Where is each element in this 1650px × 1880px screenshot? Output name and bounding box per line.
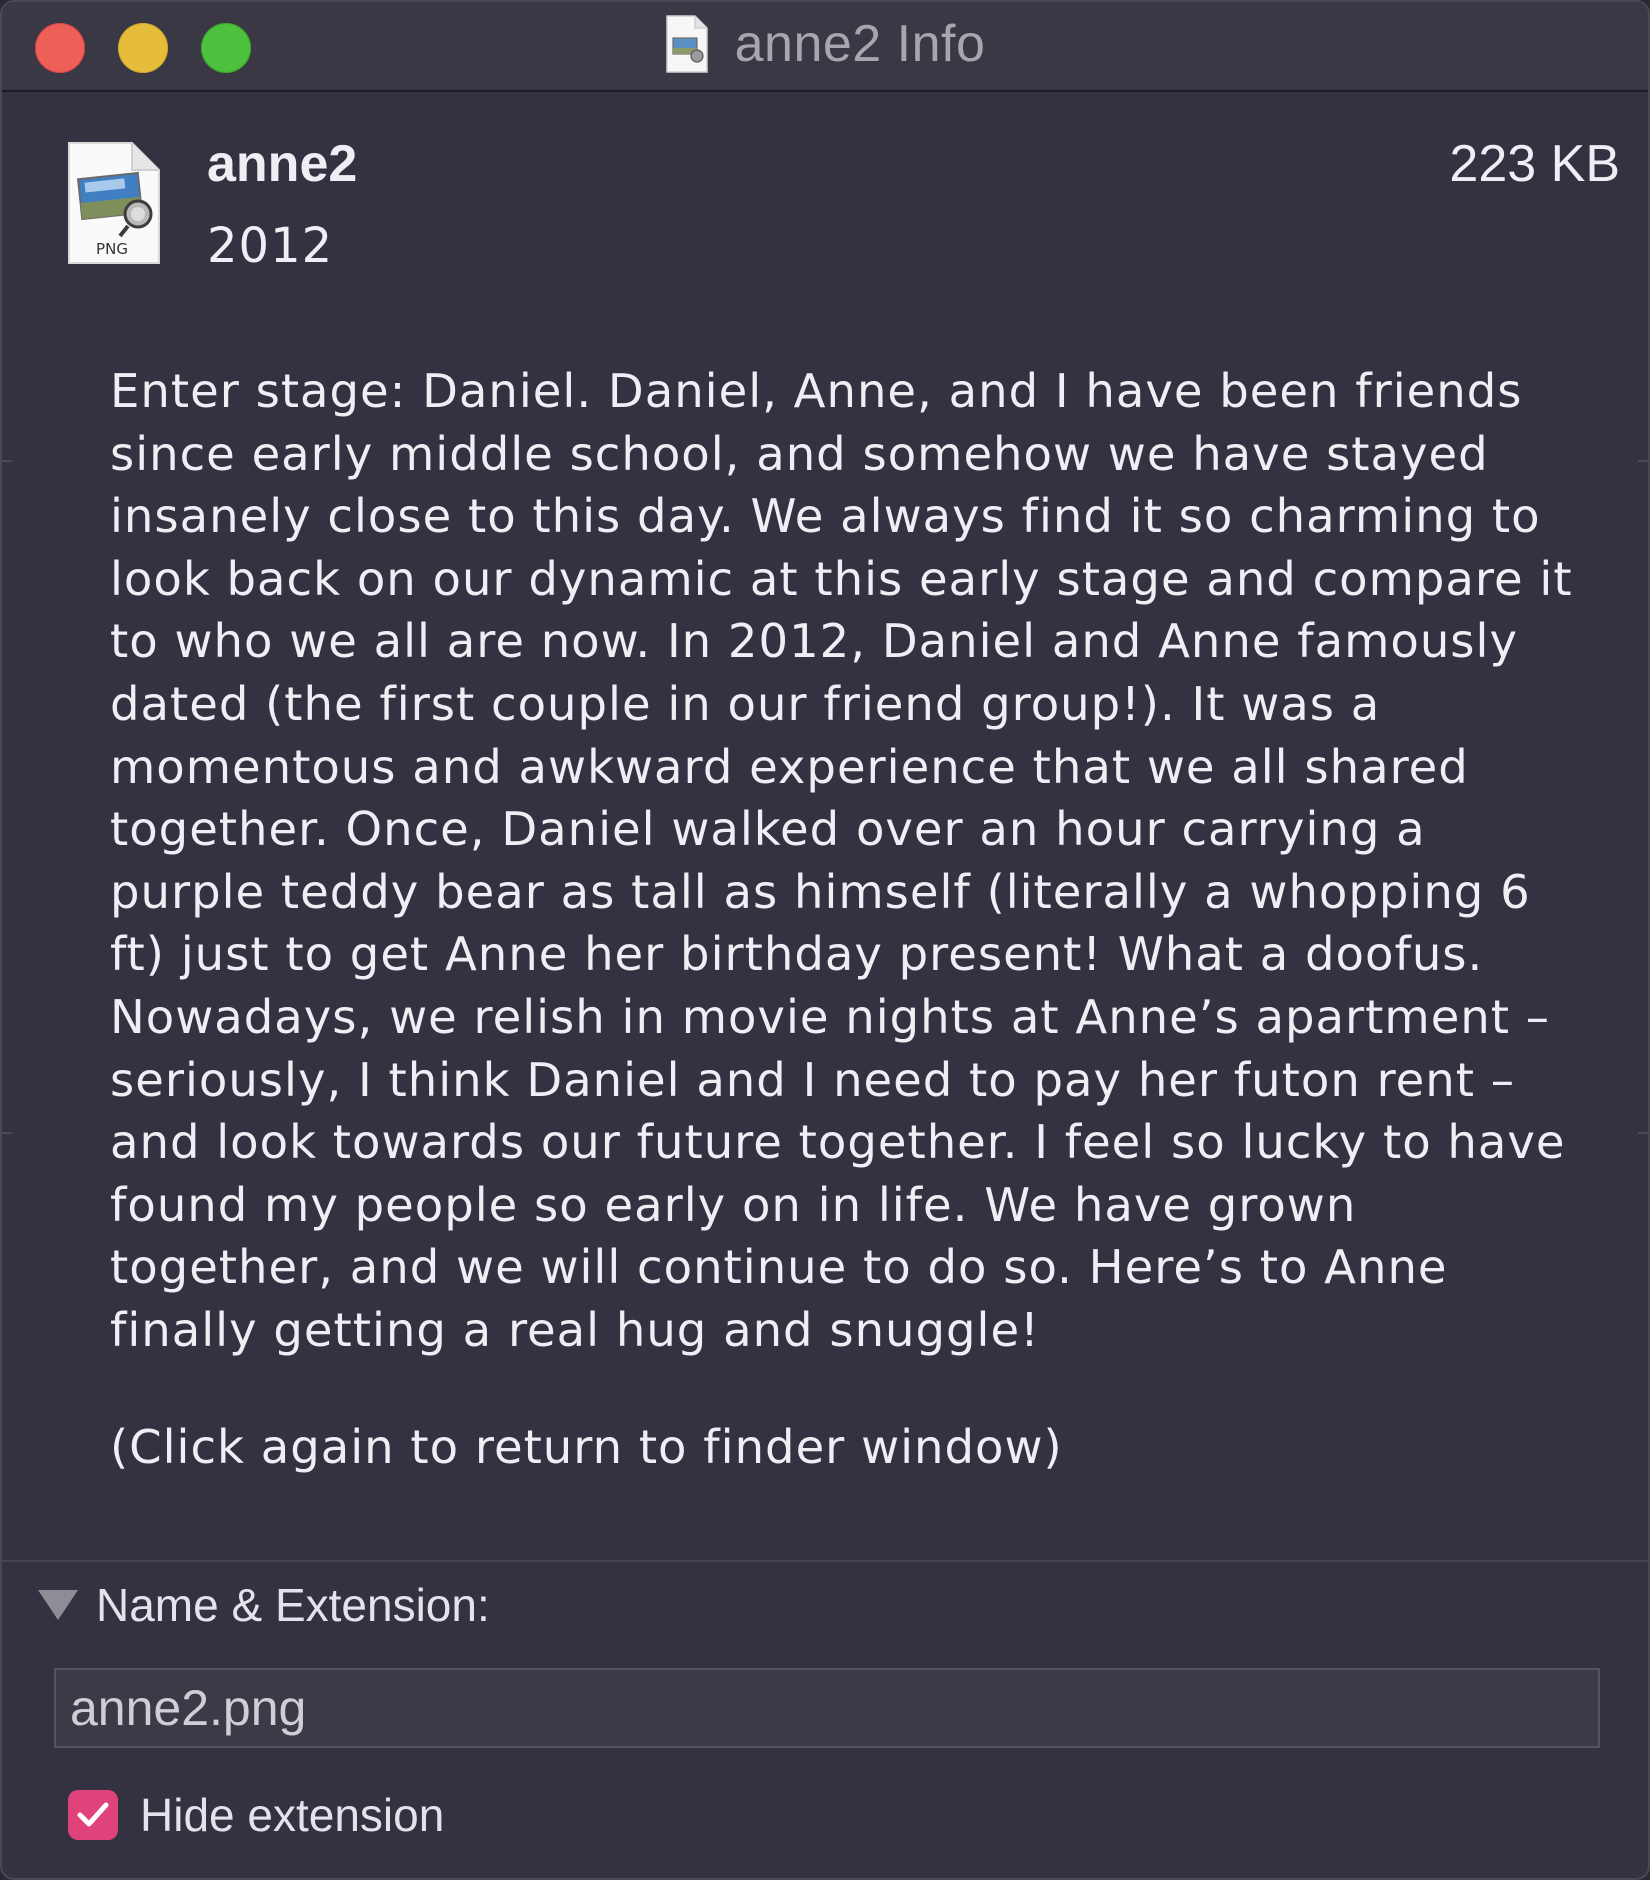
name-extension-label: Name & Extension:	[96, 1579, 490, 1631]
title-bar[interactable]: anne2 Info	[2, 2, 1648, 92]
window-title: anne2 Info	[734, 15, 986, 73]
info-window: anne2 Info PNG anne2 2012 223 KB Enter s…	[0, 0, 1650, 1880]
name-extension-field[interactable]	[54, 1668, 1600, 1748]
title-area: anne2 Info	[2, 14, 1648, 80]
file-name: anne2	[207, 135, 358, 193]
disclosure-triangle-icon[interactable]	[38, 1590, 78, 1620]
edge-tick	[1638, 460, 1648, 462]
png-badge: PNG	[96, 240, 128, 258]
png-document-icon	[665, 15, 708, 73]
comment-text[interactable]: Enter stage: Daniel. Daniel, Anne, and I…	[110, 360, 1580, 1362]
name-extension-disclosure[interactable]: Name & Extension:	[38, 1578, 490, 1632]
edge-tick	[2, 1132, 12, 1134]
edge-tick	[1638, 1132, 1648, 1134]
checkmark-icon	[77, 1802, 109, 1827]
png-document-icon: PNG	[68, 142, 160, 264]
hide-extension-checkbox[interactable]: Hide extension	[68, 1788, 444, 1842]
edge-tick	[2, 460, 12, 462]
return-hint[interactable]: (Click again to return to finder window)	[110, 1420, 1063, 1474]
file-size: 223 KB	[1449, 135, 1620, 193]
checkbox-checked[interactable]	[68, 1790, 118, 1840]
section-divider	[2, 1560, 1648, 1562]
hide-extension-label[interactable]: Hide extension	[140, 1788, 444, 1842]
file-year: 2012	[207, 218, 334, 274]
